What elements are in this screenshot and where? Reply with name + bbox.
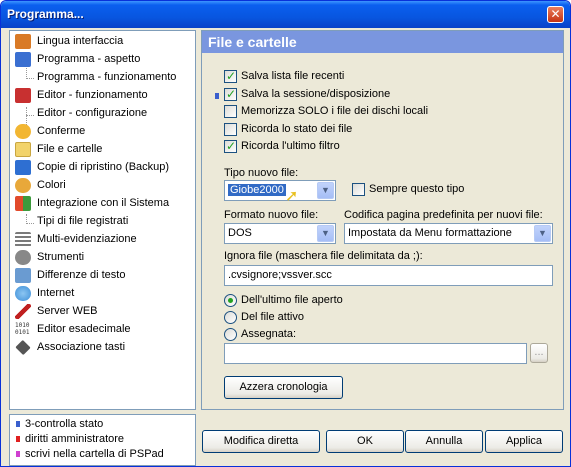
checkbox-box[interactable]	[352, 183, 365, 196]
list-icon	[15, 232, 31, 247]
ignore-files-label: Ignora file (maschera file delimitata da…	[224, 250, 423, 262]
window-layout-icon	[15, 52, 31, 67]
ignore-files-input[interactable]: .cvsignore;vssver.scc	[224, 265, 553, 286]
chevron-down-icon[interactable]: ▼	[534, 225, 551, 242]
speech-bubble-icon	[15, 124, 31, 139]
chevron-down-icon[interactable]: ▼	[317, 225, 334, 242]
checkbox-box[interactable]	[224, 140, 237, 153]
mouse-cursor-icon: ➚	[285, 188, 299, 205]
assigned-folder-input[interactable]	[224, 343, 527, 364]
binary-icon: 1010 0101	[15, 322, 31, 337]
blue-marker-icon	[215, 93, 219, 99]
settings-panel: File e cartelle Salva lista file recenti…	[201, 30, 564, 410]
radio-circle[interactable]	[224, 311, 237, 324]
browse-button[interactable]: ...	[530, 343, 548, 363]
settings-tree[interactable]: Lingua interfaccia Programma - aspetto P…	[9, 30, 196, 410]
file-format-label: Formato nuovo file:	[224, 209, 319, 221]
document-compare-icon	[15, 268, 31, 283]
new-file-type-label: Tipo nuovo file:	[224, 167, 299, 179]
radio-circle[interactable]	[224, 328, 237, 341]
palette-icon	[15, 178, 31, 193]
apply-button[interactable]: Applica	[485, 430, 563, 453]
direct-edit-button[interactable]: Modifica diretta	[202, 430, 320, 453]
checkbox-box[interactable]	[224, 70, 237, 83]
pencil-icon	[15, 88, 31, 103]
cancel-button[interactable]: Annulla	[405, 430, 483, 453]
ok-button[interactable]: OK	[326, 430, 404, 453]
new-file-type-select[interactable]: Giobe2000 ▼	[224, 180, 336, 201]
people-icon	[15, 34, 31, 49]
panel-header: File e cartelle	[202, 31, 563, 53]
magenta-marker-icon	[16, 451, 20, 457]
folder-icon	[15, 142, 31, 157]
red-marker-icon	[16, 436, 20, 442]
clear-history-button[interactable]: Azzera cronologia	[224, 376, 343, 399]
chevron-down-icon[interactable]: ▼	[317, 182, 334, 199]
checkbox-box[interactable]	[224, 88, 237, 101]
windows-flag-icon	[15, 196, 31, 211]
globe-icon	[15, 286, 31, 301]
legend-box: 3-controlla stato diritti amministratore…	[9, 414, 196, 466]
feather-icon	[15, 304, 31, 319]
radio-circle[interactable]	[224, 294, 237, 307]
codepage-select[interactable]: Impostata da Menu formattazione ▼	[344, 223, 553, 244]
blue-marker-icon	[16, 421, 20, 427]
codepage-label: Codifica pagina predefinita per nuovi fi…	[344, 209, 543, 221]
checkbox-box[interactable]	[224, 105, 237, 118]
diamond-key-icon	[15, 339, 31, 356]
floppy-disk-icon	[15, 160, 31, 175]
preferences-dialog: Programma... ✕ Lingua interfaccia Progra…	[0, 0, 571, 467]
close-icon[interactable]: ✕	[547, 6, 564, 23]
gear-icon	[15, 250, 31, 265]
checkbox-box[interactable]	[224, 123, 237, 136]
window-title: Programma...	[7, 7, 84, 21]
title-bar[interactable]: Programma... ✕	[1, 1, 570, 28]
file-format-select[interactable]: DOS ▼	[224, 223, 336, 244]
